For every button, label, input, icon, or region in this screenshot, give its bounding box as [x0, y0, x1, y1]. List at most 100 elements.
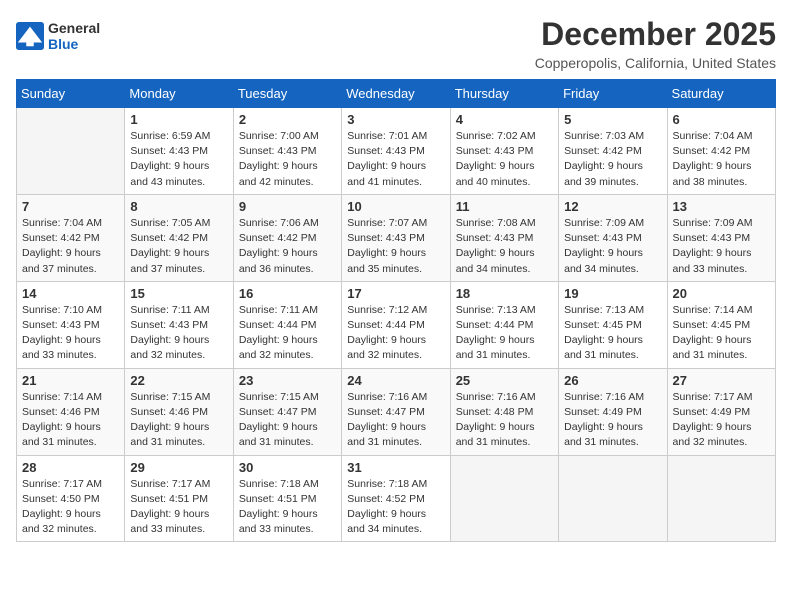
day-number: 20: [673, 286, 770, 301]
day-info: Sunrise: 7:03 AMSunset: 4:42 PMDaylight:…: [564, 129, 661, 190]
day-info: Sunrise: 7:05 AMSunset: 4:42 PMDaylight:…: [130, 216, 227, 277]
day-cell: 28Sunrise: 7:17 AMSunset: 4:50 PMDayligh…: [17, 455, 125, 542]
day-number: 22: [130, 373, 227, 388]
day-number: 23: [239, 373, 336, 388]
day-number: 3: [347, 112, 444, 127]
day-number: 27: [673, 373, 770, 388]
day-number: 28: [22, 460, 119, 475]
week-row-3: 14 Sunrise: 7:10 AMSunset: 4:43 PMDayligh…: [17, 281, 776, 368]
day-number: 5: [564, 112, 661, 127]
logo: General Blue: [16, 20, 100, 52]
day-number: 21: [22, 373, 119, 388]
day-cell: [559, 455, 667, 542]
logo-icon: [16, 22, 44, 50]
day-cell: 23 Sunrise: 7:15 AMSunset: 4:47 PMDayligh…: [233, 368, 341, 455]
day-number: 24: [347, 373, 444, 388]
weekday-header-tuesday: Tuesday: [233, 80, 341, 108]
day-cell: 27 Sunrise: 7:17 AMSunset: 4:49 PMDayligh…: [667, 368, 775, 455]
day-cell: 9 Sunrise: 7:06 AMSunset: 4:42 PMDaylight…: [233, 194, 341, 281]
day-info: Sunrise: 7:16 AMSunset: 4:49 PMDaylight:…: [564, 390, 661, 451]
weekday-header-row: SundayMondayTuesdayWednesdayThursdayFrid…: [17, 80, 776, 108]
day-number: 14: [22, 286, 119, 301]
logo-line1: General: [48, 20, 100, 36]
logo-line2: Blue: [48, 36, 100, 52]
day-info: Sunrise: 7:04 AMSunset: 4:42 PMDaylight:…: [22, 216, 119, 277]
day-cell: 2Sunrise: 7:00 AMSunset: 4:43 PMDaylight…: [233, 108, 341, 195]
day-info: Sunrise: 7:12 AMSunset: 4:44 PMDaylight:…: [347, 303, 444, 364]
month-title: December 2025: [535, 16, 776, 53]
day-number: 7: [22, 199, 119, 214]
day-info: Sunrise: 7:17 AMSunset: 4:51 PMDaylight:…: [130, 477, 227, 538]
day-cell: 5 Sunrise: 7:03 AMSunset: 4:42 PMDaylight…: [559, 108, 667, 195]
weekday-header-thursday: Thursday: [450, 80, 558, 108]
day-info: Sunrise: 7:16 AMSunset: 4:48 PMDaylight:…: [456, 390, 553, 451]
day-cell: 21 Sunrise: 7:14 AMSunset: 4:46 PMDayligh…: [17, 368, 125, 455]
week-row-2: 7 Sunrise: 7:04 AMSunset: 4:42 PMDaylight…: [17, 194, 776, 281]
day-number: 18: [456, 286, 553, 301]
day-number: 10: [347, 199, 444, 214]
day-info: Sunrise: 7:00 AMSunset: 4:43 PMDaylight:…: [239, 129, 336, 190]
day-number: 15: [130, 286, 227, 301]
day-cell: 16 Sunrise: 7:11 AMSunset: 4:44 PMDayligh…: [233, 281, 341, 368]
day-number: 30: [239, 460, 336, 475]
day-number: 9: [239, 199, 336, 214]
day-number: 19: [564, 286, 661, 301]
day-cell: 11 Sunrise: 7:08 AMSunset: 4:43 PMDayligh…: [450, 194, 558, 281]
day-cell: 3 Sunrise: 7:01 AMSunset: 4:43 PMDaylight…: [342, 108, 450, 195]
day-info: Sunrise: 7:09 AMSunset: 4:43 PMDaylight:…: [673, 216, 770, 277]
day-cell: 10 Sunrise: 7:07 AMSunset: 4:43 PMDayligh…: [342, 194, 450, 281]
day-number: 8: [130, 199, 227, 214]
weekday-header-sunday: Sunday: [17, 80, 125, 108]
weekday-header-wednesday: Wednesday: [342, 80, 450, 108]
day-info: Sunrise: 7:18 AMSunset: 4:51 PMDaylight:…: [239, 477, 336, 538]
day-info: Sunrise: 7:09 AMSunset: 4:43 PMDaylight:…: [564, 216, 661, 277]
day-number: 16: [239, 286, 336, 301]
day-number: 25: [456, 373, 553, 388]
day-info: Sunrise: 7:13 AMSunset: 4:45 PMDaylight:…: [564, 303, 661, 364]
day-info: Sunrise: 7:01 AMSunset: 4:43 PMDaylight:…: [347, 129, 444, 190]
day-info: Sunrise: 7:10 AMSunset: 4:43 PMDaylight:…: [22, 303, 119, 364]
day-cell: 13 Sunrise: 7:09 AMSunset: 4:43 PMDayligh…: [667, 194, 775, 281]
day-info: Sunrise: 7:13 AMSunset: 4:44 PMDaylight:…: [456, 303, 553, 364]
day-info: Sunrise: 7:15 AMSunset: 4:47 PMDaylight:…: [239, 390, 336, 451]
day-cell: [450, 455, 558, 542]
day-cell: 12 Sunrise: 7:09 AMSunset: 4:43 PMDayligh…: [559, 194, 667, 281]
day-info: Sunrise: 7:18 AMSunset: 4:52 PMDaylight:…: [347, 477, 444, 538]
day-cell: 15Sunrise: 7:11 AMSunset: 4:43 PMDayligh…: [125, 281, 233, 368]
day-info: Sunrise: 7:11 AMSunset: 4:44 PMDaylight:…: [239, 303, 336, 364]
day-info: Sunrise: 7:14 AMSunset: 4:45 PMDaylight:…: [673, 303, 770, 364]
day-cell: 8 Sunrise: 7:05 AMSunset: 4:42 PMDaylight…: [125, 194, 233, 281]
day-number: 1: [130, 112, 227, 127]
week-row-4: 21 Sunrise: 7:14 AMSunset: 4:46 PMDayligh…: [17, 368, 776, 455]
day-info: Sunrise: 7:08 AMSunset: 4:43 PMDaylight:…: [456, 216, 553, 277]
day-cell: 20 Sunrise: 7:14 AMSunset: 4:45 PMDayligh…: [667, 281, 775, 368]
weekday-header-monday: Monday: [125, 80, 233, 108]
day-number: 13: [673, 199, 770, 214]
day-info: Sunrise: 7:07 AMSunset: 4:43 PMDaylight:…: [347, 216, 444, 277]
day-info: Sunrise: 7:15 AMSunset: 4:46 PMDaylight:…: [130, 390, 227, 451]
page-header: General Blue December 2025 Copperopolis,…: [16, 16, 776, 71]
day-info: Sunrise: 7:17 AMSunset: 4:49 PMDaylight:…: [673, 390, 770, 451]
day-cell: 29Sunrise: 7:17 AMSunset: 4:51 PMDayligh…: [125, 455, 233, 542]
weekday-header-saturday: Saturday: [667, 80, 775, 108]
day-number: 4: [456, 112, 553, 127]
weekday-header-friday: Friday: [559, 80, 667, 108]
location-title: Copperopolis, California, United States: [535, 55, 776, 71]
day-cell: 31Sunrise: 7:18 AMSunset: 4:52 PMDayligh…: [342, 455, 450, 542]
day-number: 12: [564, 199, 661, 214]
day-number: 11: [456, 199, 553, 214]
day-number: 26: [564, 373, 661, 388]
day-info: Sunrise: 7:04 AMSunset: 4:42 PMDaylight:…: [673, 129, 770, 190]
day-cell: 30 Sunrise: 7:18 AMSunset: 4:51 PMDayligh…: [233, 455, 341, 542]
day-info: Sunrise: 7:16 AMSunset: 4:47 PMDaylight:…: [347, 390, 444, 451]
day-info: Sunrise: 6:59 AMSunset: 4:43 PMDaylight:…: [130, 129, 227, 190]
week-row-1: 1 Sunrise: 6:59 AMSunset: 4:43 PMDaylight…: [17, 108, 776, 195]
day-cell: 14 Sunrise: 7:10 AMSunset: 4:43 PMDayligh…: [17, 281, 125, 368]
day-info: Sunrise: 7:14 AMSunset: 4:46 PMDaylight:…: [22, 390, 119, 451]
title-area: December 2025 Copperopolis, California, …: [535, 16, 776, 71]
day-cell: 7 Sunrise: 7:04 AMSunset: 4:42 PMDaylight…: [17, 194, 125, 281]
day-cell: 24 Sunrise: 7:16 AMSunset: 4:47 PMDayligh…: [342, 368, 450, 455]
day-cell: 6Sunrise: 7:04 AMSunset: 4:42 PMDaylight…: [667, 108, 775, 195]
day-cell: 18 Sunrise: 7:13 AMSunset: 4:44 PMDayligh…: [450, 281, 558, 368]
day-info: Sunrise: 7:06 AMSunset: 4:42 PMDaylight:…: [239, 216, 336, 277]
